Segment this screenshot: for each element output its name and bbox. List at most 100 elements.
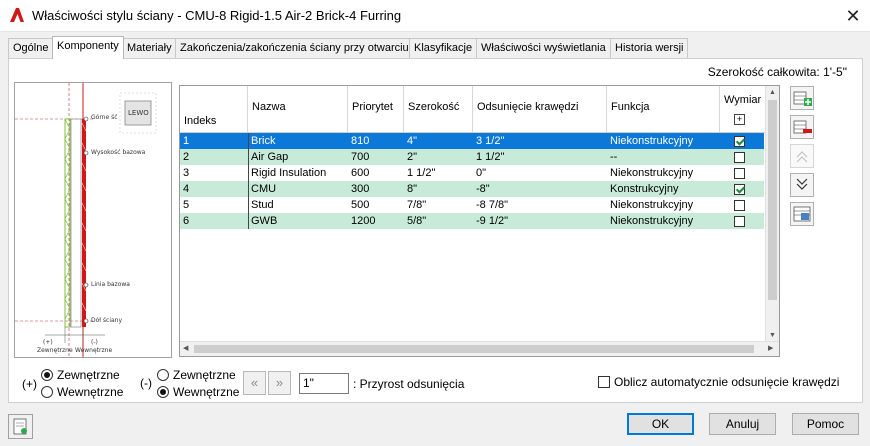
help-button[interactable]: Pomoc: [792, 413, 859, 435]
cell-priority[interactable]: 300: [348, 181, 404, 197]
plus-icon[interactable]: +: [734, 114, 745, 125]
group2-exterior-label[interactable]: Zewnętrzne: [173, 368, 236, 382]
tab-endcaps[interactable]: Zakończenia/zakończenia ściany przy otwa…: [175, 38, 414, 58]
tab-display-properties[interactable]: Właściwości wyświetlania: [476, 38, 611, 58]
dimension-checkbox[interactable]: [734, 216, 745, 227]
group1-interior-label[interactable]: Wewnętrzne: [57, 385, 123, 399]
cell-edge-offset[interactable]: -9 1/2": [473, 213, 607, 229]
add-component-button[interactable]: [790, 86, 814, 110]
cell-edge-offset[interactable]: -8 7/8": [473, 197, 607, 213]
dimension-checkbox[interactable]: [734, 184, 745, 195]
autocad-app-icon: [8, 6, 26, 24]
table-row[interactable]: 6 GWB 1200 5/8" -9 1/2" Niekonstrukcyjny: [180, 213, 777, 229]
group2-interior-label[interactable]: Wewnętrzne: [173, 385, 239, 399]
group1-interior-radio[interactable]: [41, 386, 53, 398]
wall-preview[interactable]: LEWO Górne ść Wysokość bazowa Linia bazo…: [14, 82, 172, 358]
cell-index[interactable]: 2: [180, 149, 248, 165]
cell-name[interactable]: Rigid Insulation: [248, 165, 348, 181]
cell-edge-offset[interactable]: 3 1/2": [473, 133, 607, 149]
column-header-priority[interactable]: Priorytet: [348, 86, 404, 133]
tab-general[interactable]: Ogólne: [8, 38, 54, 58]
cell-width[interactable]: 5/8": [404, 213, 473, 229]
cell-edge-offset[interactable]: 0": [473, 165, 607, 181]
tab-classifications[interactable]: Klasyfikacje: [409, 38, 478, 58]
dimension-checkbox[interactable]: [734, 200, 745, 211]
group1-exterior-radio[interactable]: [41, 369, 53, 381]
remove-component-button[interactable]: [790, 115, 814, 139]
cell-width[interactable]: 4": [404, 133, 473, 149]
cell-index[interactable]: 5: [180, 197, 248, 213]
cell-width[interactable]: 2": [404, 149, 473, 165]
ok-button[interactable]: OK: [627, 413, 694, 435]
move-up-button[interactable]: [790, 144, 814, 168]
table-row[interactable]: 3 Rigid Insulation 600 1 1/2" 0" Niekonstrukc…: [180, 165, 777, 181]
cell-name[interactable]: CMU: [248, 181, 348, 197]
column-header-index[interactable]: Indeks: [180, 86, 248, 133]
column-header-edge-offset[interactable]: Odsunięcie krawędzi: [473, 86, 607, 133]
style-browser-icon: [13, 418, 27, 435]
cell-index[interactable]: 4: [180, 181, 248, 197]
offset-increment-input[interactable]: 1": [299, 373, 349, 394]
group1-exterior-label[interactable]: Zewnętrzne: [57, 368, 120, 382]
group2-exterior-radio[interactable]: [157, 369, 169, 381]
cell-name[interactable]: Brick: [248, 133, 348, 149]
auto-calc-offset-label[interactable]: Oblicz automatycznie odsunięcie krawędzi: [614, 375, 839, 389]
cell-edge-offset[interactable]: 1 1/2": [473, 149, 607, 165]
cell-width[interactable]: 1 1/2": [404, 165, 473, 181]
cell-priority[interactable]: 600: [348, 165, 404, 181]
dimension-checkbox[interactable]: [734, 168, 745, 179]
increase-offset-button[interactable]: »: [268, 371, 291, 395]
column-header-function[interactable]: Funkcja: [607, 86, 720, 133]
label-base-height: Wysokość bazowa: [91, 149, 146, 156]
table-row[interactable]: 2 Air Gap 700 2" 1 1/2" --: [180, 149, 777, 165]
vertical-scrollbar[interactable]: ▲ ▼: [765, 86, 779, 342]
column-header-width[interactable]: Szerokość: [404, 86, 473, 133]
label-bottom-edge: Dół ściany: [91, 317, 123, 324]
cell-priority[interactable]: 500: [348, 197, 404, 213]
close-button[interactable]: ✕: [838, 2, 868, 30]
offset-increment-label: : Przyrost odsunięcia: [353, 377, 465, 391]
tab-materials[interactable]: Materiały: [122, 38, 177, 58]
decrease-offset-button[interactable]: «: [243, 371, 266, 395]
table-row[interactable]: 4 CMU 300 8" -8" Konstrukcyjny: [180, 181, 777, 197]
tab-components[interactable]: Komponenty: [52, 36, 124, 59]
column-header-name[interactable]: Nazwa: [248, 86, 348, 133]
table-row[interactable]: 5 Stud 500 7/8" -8 7/8" Niekonstrukcyjny: [180, 197, 777, 213]
cell-function[interactable]: Niekonstrukcyjny: [607, 165, 720, 181]
auto-calc-offset-checkbox[interactable]: [598, 376, 610, 388]
cell-index[interactable]: 3: [180, 165, 248, 181]
style-browser-button[interactable]: [8, 414, 33, 439]
horizontal-scrollbar[interactable]: ◀ ▶: [180, 341, 779, 356]
cell-priority[interactable]: 700: [348, 149, 404, 165]
dimension-checkbox[interactable]: [734, 136, 745, 147]
label-exterior: Zewnętrzne: [37, 347, 73, 354]
viewcube-label[interactable]: LEWO: [128, 109, 149, 117]
group1-sign: (+): [22, 377, 37, 391]
cell-function[interactable]: Konstrukcyjny: [607, 181, 720, 197]
tab-version-history[interactable]: Historia wersji: [610, 38, 689, 58]
table-row[interactable]: 1 Brick 810 4" 3 1/2" Niekonstrukcyjny: [180, 133, 777, 149]
cell-name[interactable]: GWB: [248, 213, 348, 229]
move-down-button[interactable]: [790, 173, 814, 197]
cell-width[interactable]: 8": [404, 181, 473, 197]
table-settings-button[interactable]: [790, 202, 814, 226]
table-grid-icon: [793, 206, 811, 222]
cell-priority[interactable]: 810: [348, 133, 404, 149]
group2-sign: (-): [140, 376, 152, 390]
components-table[interactable]: Indeks Nazwa Priorytet Szerokość Odsunię…: [179, 85, 780, 357]
cell-name[interactable]: Stud: [248, 197, 348, 213]
cell-function[interactable]: Niekonstrukcyjny: [607, 197, 720, 213]
dimension-checkbox[interactable]: [734, 152, 745, 163]
cell-function[interactable]: --: [607, 149, 720, 165]
cell-function[interactable]: Niekonstrukcyjny: [607, 213, 720, 229]
cell-index[interactable]: 1: [180, 133, 248, 149]
cell-function[interactable]: Niekonstrukcyjny: [607, 133, 720, 149]
cell-priority[interactable]: 1200: [348, 213, 404, 229]
cell-width[interactable]: 7/8": [404, 197, 473, 213]
chevron-up-icon: [796, 151, 808, 163]
cell-edge-offset[interactable]: -8": [473, 181, 607, 197]
cancel-button[interactable]: Anuluj: [709, 413, 776, 435]
group2-interior-radio[interactable]: [157, 386, 169, 398]
cell-name[interactable]: Air Gap: [248, 149, 348, 165]
cell-index[interactable]: 6: [180, 213, 248, 229]
